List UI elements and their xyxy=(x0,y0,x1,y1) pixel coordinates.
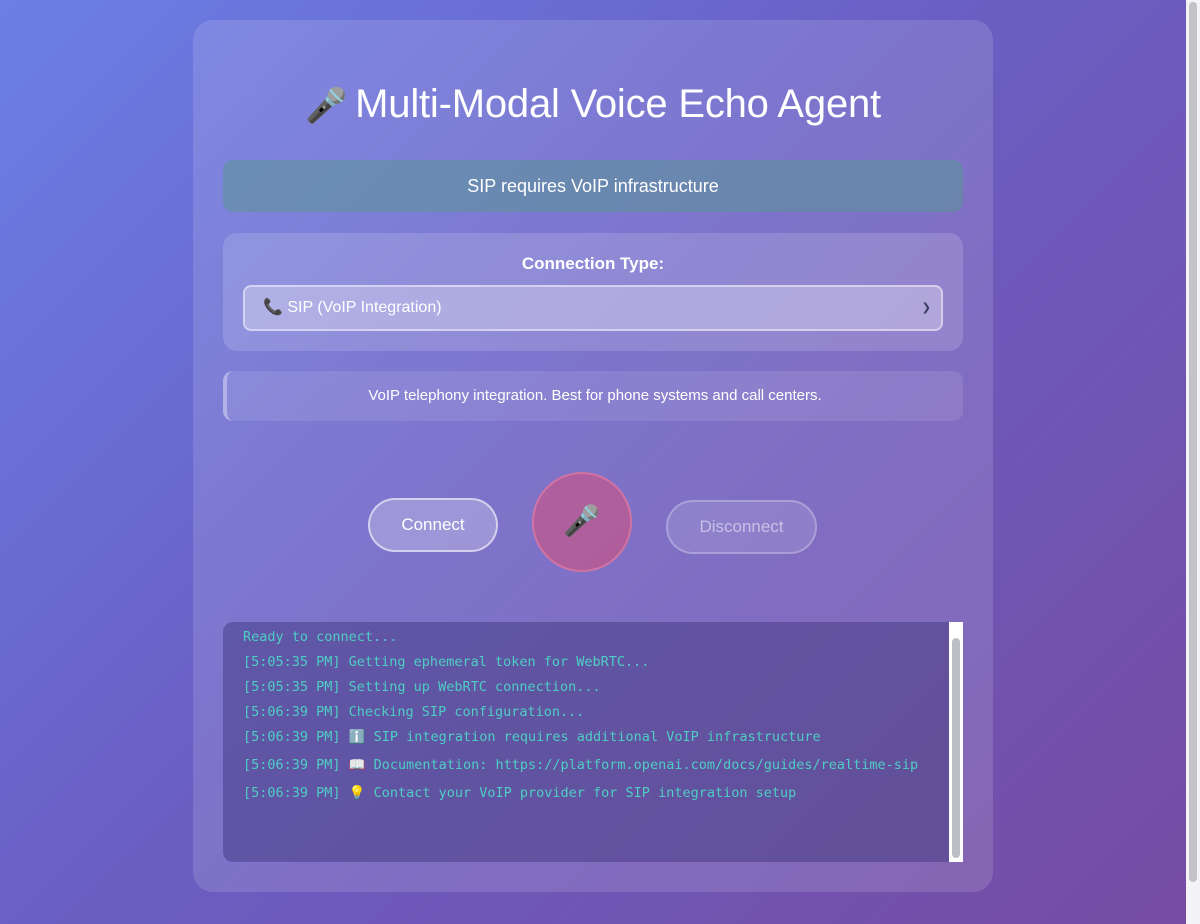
log-line: [5:06:39 PM] 💡 Contact your VoIP provide… xyxy=(243,785,797,801)
log-line: [5:05:35 PM] Getting ephemeral token for… xyxy=(243,654,650,670)
connection-description: VoIP telephony integration. Best for pho… xyxy=(223,371,963,421)
disconnect-button[interactable]: Disconnect xyxy=(666,500,817,554)
log-line: [5:05:35 PM] Setting up WebRTC connectio… xyxy=(243,679,601,695)
microphone-button[interactable]: 🎤 xyxy=(532,472,632,572)
connect-button[interactable]: Connect xyxy=(368,498,498,552)
log-line: Ready to connect... xyxy=(243,629,398,645)
log-scrollbar[interactable] xyxy=(949,622,963,862)
main-card: 🎤 Multi-Modal Voice Echo Agent SIP requir… xyxy=(193,20,993,892)
log-scrollbar-thumb[interactable] xyxy=(952,638,960,858)
connection-type-select[interactable]: 📞 SIP (VoIP Integration) ❯ xyxy=(243,285,943,331)
connection-type-value: SIP (VoIP Integration) xyxy=(287,299,442,316)
log-line: [5:06:39 PM] 📖 Documentation: https://pl… xyxy=(243,757,919,773)
log-line: [5:06:39 PM] ℹ️ SIP integration requires… xyxy=(243,729,821,745)
microphone-icon: 🎤 xyxy=(563,505,601,538)
status-banner: SIP requires VoIP infrastructure xyxy=(223,160,963,212)
connection-type-label: Connection Type: xyxy=(521,254,665,273)
chevron-down-icon: ❯ xyxy=(921,302,931,314)
log-line: [5:06:39 PM] Checking SIP configuration.… xyxy=(243,704,585,720)
page-title-text: Multi-Modal Voice Echo Agent xyxy=(355,82,881,126)
phone-icon: 📞 xyxy=(263,299,283,316)
connection-type-panel: Connection Type: 📞 SIP (VoIP Integration… xyxy=(223,233,963,351)
control-bar: Connect 🎤 Disconnect xyxy=(223,421,963,621)
page-title: 🎤 Multi-Modal Voice Echo Agent xyxy=(223,20,963,128)
microphone-icon: 🎤 xyxy=(305,87,348,125)
page-scrollbar[interactable] xyxy=(1186,0,1200,924)
event-log[interactable]: Ready to connect... [5:05:35 PM] Getting… xyxy=(223,622,963,862)
page-scrollbar-thumb[interactable] xyxy=(1189,2,1197,882)
